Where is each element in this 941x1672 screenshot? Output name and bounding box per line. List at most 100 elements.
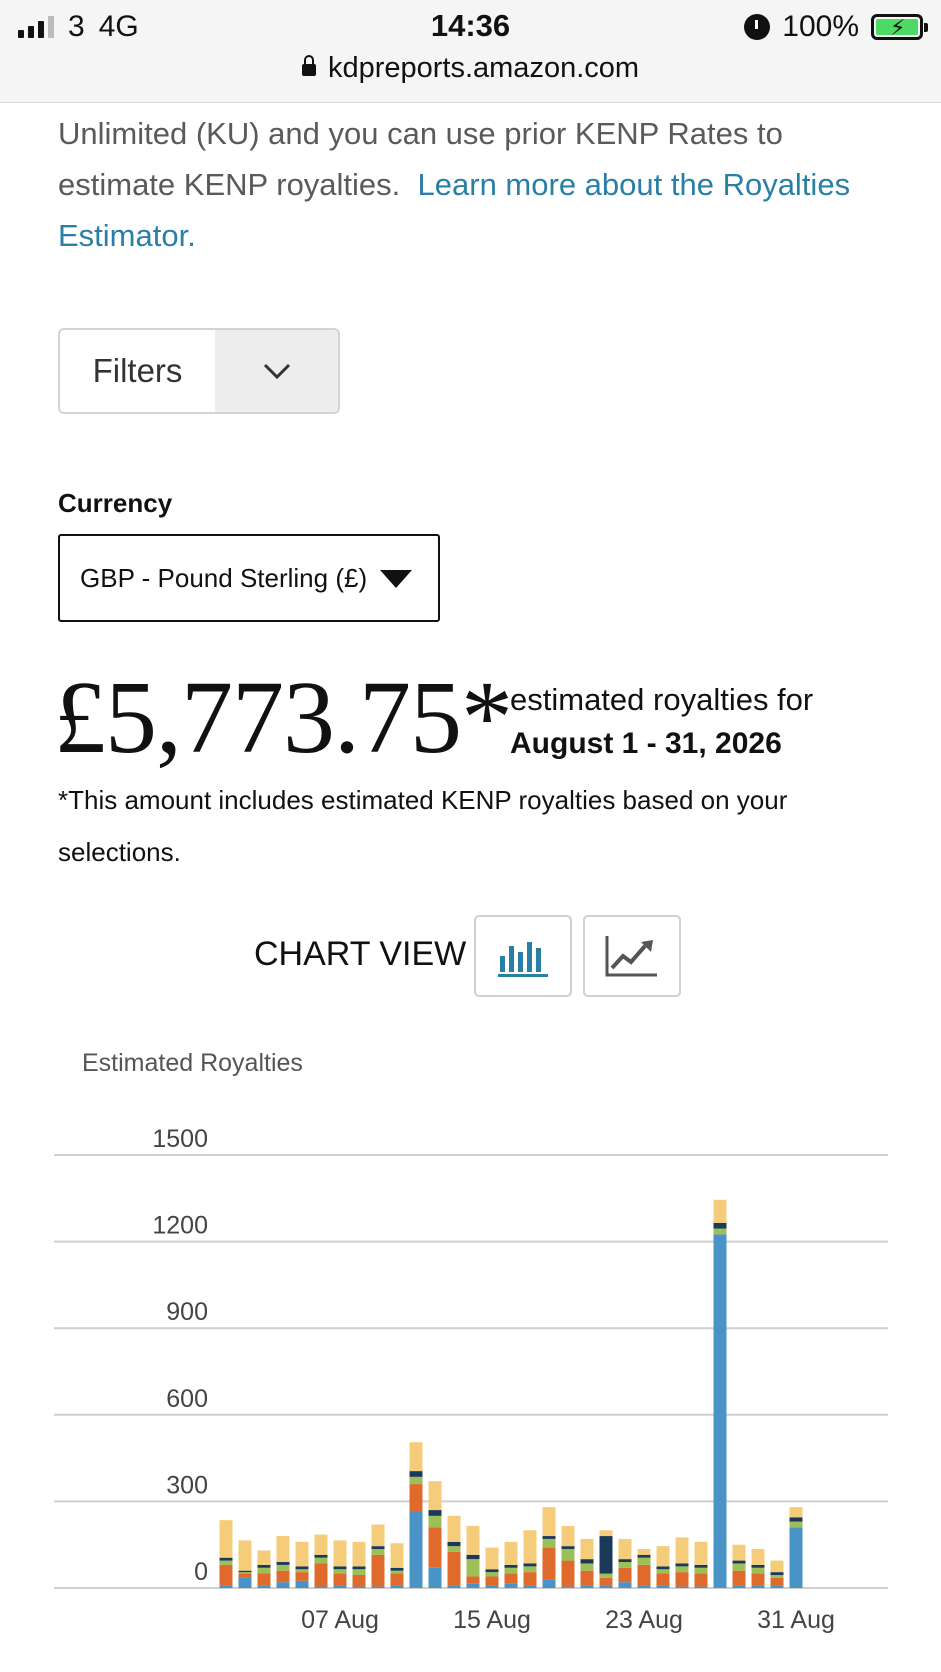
bar-segment [504,1541,518,1565]
bar-segment [371,1546,385,1550]
bar-segment [219,1520,233,1558]
filters-label: Filters [60,330,215,412]
bar-segment [485,1572,499,1577]
url-bar[interactable]: kdpreports.amazon.com [0,52,941,85]
battery-icon: ⚡ [871,14,928,40]
chart-title: Estimated Royalties [82,1049,303,1077]
bar-segment [675,1586,689,1588]
bar-segment [276,1562,290,1565]
bar-segment [428,1481,442,1511]
bar-segment [751,1564,765,1568]
bar-segment [371,1549,385,1555]
battery-percent: 100% [782,10,859,43]
bar-segment [580,1570,594,1586]
bar-segment [314,1586,328,1588]
bar-chart-icon [498,942,548,977]
bar-segment [409,1471,423,1477]
bar-segment [314,1534,328,1555]
bar-segment [219,1564,233,1586]
bar-segment [561,1546,575,1550]
bar-segment [447,1551,461,1586]
estimated-label: estimated royalties for [510,682,814,717]
bar-segment [352,1586,366,1588]
bar-segment [504,1573,518,1584]
bar-chart-button[interactable] [474,915,572,997]
bar-segment [219,1585,233,1588]
caret-down-icon [380,570,412,588]
bar-segment [523,1585,537,1588]
bar-segment [789,1507,803,1518]
filters-dropdown[interactable]: Filters [58,328,340,414]
bar-segment [637,1554,651,1558]
bar-segment [656,1585,670,1588]
bar-segment [732,1563,746,1571]
status-bar: 3 4G 14:36 100% ⚡ kdpreports.amazon.com [0,0,941,103]
bar-segment [485,1547,499,1570]
bar-segment [770,1585,784,1588]
x-tick-label: 31 Aug [757,1606,835,1634]
bar-segment [257,1585,271,1588]
bar-segment [732,1544,746,1561]
bar-segment [276,1536,290,1563]
bar-segment [751,1567,765,1574]
bar-segment [428,1527,442,1568]
y-tick-label: 900 [166,1298,208,1326]
bar-segment [694,1573,708,1587]
bar-segment [675,1566,689,1573]
bar-segment [770,1577,784,1586]
bar-segment [466,1559,480,1577]
bar-segment [675,1563,689,1567]
bar-segment [257,1550,271,1565]
status-right: 100% ⚡ [744,10,928,44]
chevron-down-icon[interactable] [215,330,338,412]
bar-segment [257,1564,271,1568]
bar-segment [238,1570,252,1573]
bar-segment [580,1559,594,1564]
bar-segment [542,1536,556,1539]
line-chart-button[interactable] [583,915,681,997]
bar-segment [789,1517,803,1522]
bar-segment [523,1563,537,1567]
bar-segment [314,1563,328,1587]
currency-label: Currency [58,488,173,518]
bar-segment [219,1557,233,1561]
y-tick-label: 600 [166,1385,208,1413]
bar-segment [295,1572,309,1581]
bar-segment [409,1476,423,1485]
bar-segment [504,1567,518,1574]
bar-segment [694,1564,708,1568]
bar-segment [713,1228,727,1235]
bar-segment [561,1586,575,1588]
bar-segment [789,1527,803,1588]
bar-segment [352,1541,366,1567]
bar-segment [618,1538,632,1560]
bar-segment [618,1567,632,1583]
bar-segment [713,1199,727,1223]
bar-segment [333,1566,347,1570]
bar-segment [295,1566,309,1570]
bar-segment [409,1484,423,1512]
bar-segment [485,1585,499,1588]
bar-segment [694,1586,708,1588]
bar-segment [656,1569,670,1574]
bar-segment [504,1583,518,1588]
bar-segment [542,1507,556,1537]
bar-segment [618,1559,632,1563]
bar-segment [713,1222,727,1229]
bar-segment [238,1577,252,1588]
bar-segment [333,1573,347,1586]
bar-segment [466,1554,480,1560]
bar-segment [542,1538,556,1548]
bar-segment [751,1585,765,1588]
bar-segment [333,1585,347,1588]
bar-segment [276,1582,290,1588]
currency-select[interactable]: GBP - Pound Sterling (£) [58,534,440,622]
bar-segment [732,1560,746,1564]
bar-segment [466,1576,480,1584]
bar-segment [333,1569,347,1574]
bar-segment [314,1557,328,1564]
bar-segment [561,1560,575,1587]
bar-segment [333,1540,347,1567]
bar-segment [580,1563,594,1571]
date-range: August 1 - 31, 2026 [510,727,782,760]
